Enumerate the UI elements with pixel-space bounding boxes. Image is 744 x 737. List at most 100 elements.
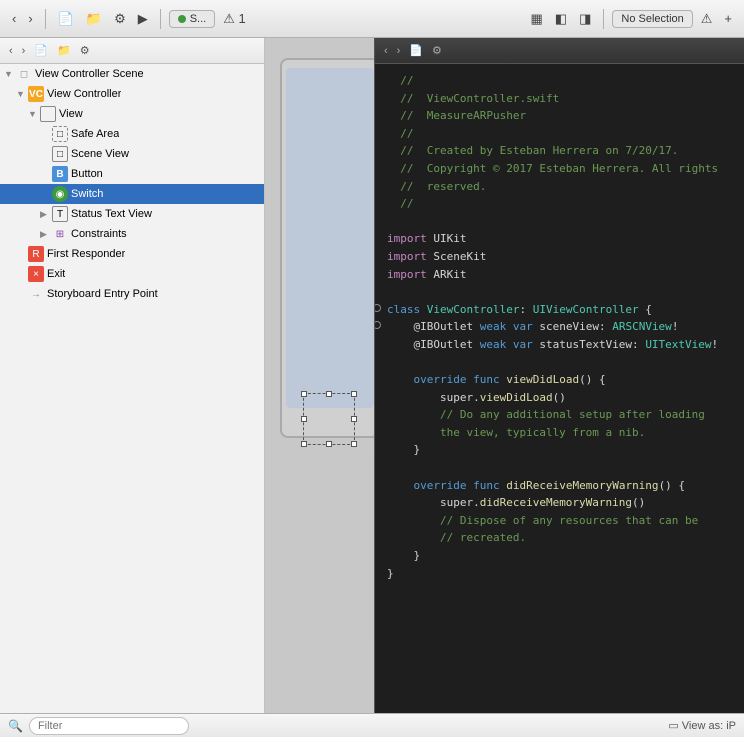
code-line	[387, 213, 732, 231]
code-forward-btn[interactable]: ›	[394, 44, 404, 58]
scene-icon: ◻	[16, 66, 32, 82]
back-button[interactable]: ‹	[8, 9, 20, 28]
code-line: @IBOutlet weak var sceneView: ARSCNView!	[387, 318, 732, 336]
device-frame-icon: ▭	[668, 720, 678, 732]
warning-right-btn[interactable]: ⚠	[697, 9, 717, 29]
nav-folder-btn[interactable]: 📁	[54, 43, 74, 58]
scheme-label: S...	[190, 13, 207, 25]
build-btn[interactable]: ⚙	[110, 9, 130, 29]
search-input[interactable]	[29, 717, 189, 735]
tree-label: Constraints	[71, 228, 127, 240]
code-line: @IBOutlet weak var statusTextView: UITex…	[387, 336, 732, 354]
code-line: // reserved.	[387, 178, 732, 196]
tree-label: Button	[71, 168, 103, 180]
tree-item-view[interactable]: ▼ View	[0, 104, 264, 124]
handle-bm	[326, 441, 332, 447]
code-line: // Dispose of any resources that can be	[387, 512, 732, 530]
exit-icon: ×	[28, 266, 44, 282]
code-line	[387, 459, 732, 477]
expand-arrow: ▼	[28, 109, 40, 119]
code-back-btn[interactable]: ‹	[381, 44, 391, 58]
toolbar-separator-3	[603, 9, 604, 29]
tree-item-exit[interactable]: × Exit	[0, 264, 264, 284]
code-line: import ARKit	[387, 266, 732, 284]
file-btn[interactable]: 📄	[54, 9, 78, 29]
forward-button[interactable]: ›	[24, 9, 36, 28]
tree-item-first-responder[interactable]: R First Responder	[0, 244, 264, 264]
code-line: //	[387, 125, 732, 143]
tree-item-scene-view[interactable]: □ Scene View	[0, 144, 264, 164]
add-file-btn[interactable]: +	[720, 9, 736, 28]
button-icon: B	[52, 166, 68, 182]
tree-label: Scene View	[71, 148, 129, 160]
left-panel: ‹ › 📄 📁 ⚙ ▼ ◻ View Controller Scene ▼ VC…	[0, 38, 265, 713]
tree-item-vc[interactable]: ▼ VC View Controller	[0, 84, 264, 104]
expand-arrow: ▼	[16, 89, 28, 99]
nav-settings-btn[interactable]: ⚙	[77, 43, 93, 58]
tree-label: Safe Area	[71, 128, 119, 140]
storyboard-arrow-icon: →	[28, 286, 44, 302]
textview-icon: T	[52, 206, 68, 222]
scheme-dot	[178, 15, 186, 23]
code-line: }	[387, 547, 732, 565]
scene-view-icon: □	[52, 146, 68, 162]
code-line: the view, typically from a nib.	[387, 424, 732, 442]
tree-label: Storyboard Entry Point	[47, 288, 158, 300]
navigator-toolbar: ‹ › 📄 📁 ⚙	[0, 38, 264, 64]
code-line: import SceneKit	[387, 248, 732, 266]
handle-bl	[301, 441, 307, 447]
code-line: super.didReceiveMemoryWarning()	[387, 494, 732, 512]
no-selection-label: No Selection	[612, 10, 692, 28]
run-btn[interactable]: ▶	[134, 9, 152, 29]
code-line: //	[387, 195, 732, 213]
tree-item-vc-scene[interactable]: ▼ ◻ View Controller Scene	[0, 64, 264, 84]
tree-item-button[interactable]: B Button	[0, 164, 264, 184]
layout-btn-2[interactable]: ◧	[551, 9, 571, 29]
layout-btn-1[interactable]: ▦	[526, 9, 546, 29]
toolbar-right: ▦ ◧ ◨ No Selection ⚠ +	[526, 9, 736, 29]
code-toolbar: ‹ › 📄 ⚙	[375, 38, 744, 64]
main-content: ‹ › 📄 📁 ⚙ ▼ ◻ View Controller Scene ▼ VC…	[0, 38, 744, 713]
expand-arrow: ▼	[4, 69, 16, 79]
storyboard-canvas[interactable]: Connection Action ⌄ Object VC	[265, 38, 374, 713]
code-line: // ViewController.swift	[387, 90, 732, 108]
warning-btn[interactable]: ⚠ 1	[219, 9, 250, 29]
tree-item-constraints[interactable]: ▶ ⊞ Constraints	[0, 224, 264, 244]
code-line: // recreated.	[387, 529, 732, 547]
nav-back-btn[interactable]: ‹	[6, 44, 16, 58]
expand-arrow: ▶	[40, 229, 52, 240]
code-file-btn[interactable]: 📄	[406, 43, 426, 58]
tree-item-safe-area[interactable]: □ Safe Area	[0, 124, 264, 144]
code-line: override func viewDidLoad() {	[387, 371, 732, 389]
code-line: //	[387, 72, 732, 90]
bottom-bar: 🔍 ▭ View as: iP	[0, 713, 744, 737]
first-responder-icon: R	[28, 246, 44, 262]
scheme-selector[interactable]: S...	[169, 10, 216, 28]
tree-item-status-text[interactable]: ▶ T Status Text View	[0, 204, 264, 224]
scene-tree: ▼ ◻ View Controller Scene ▼ VC View Cont…	[0, 64, 264, 713]
search-icon: 🔍	[8, 719, 23, 733]
code-line: // Created by Esteban Herrera on 7/20/17…	[387, 142, 732, 160]
tree-label: View Controller	[47, 88, 121, 100]
toolbar: ‹ › 📄 📁 ⚙ ▶ S... ⚠ 1 ▦ ◧ ◨ No Selection …	[0, 0, 744, 38]
nav-forward-btn[interactable]: ›	[19, 44, 29, 58]
tree-label: View Controller Scene	[35, 68, 144, 80]
code-panel: ‹ › 📄 ⚙ // // ViewController.swift // Me…	[374, 38, 744, 713]
layout-btn-3[interactable]: ◨	[575, 9, 595, 29]
folder-btn[interactable]: 📁	[82, 9, 106, 29]
code-line: super.viewDidLoad()	[387, 389, 732, 407]
tree-item-switch[interactable]: ◉ Switch	[0, 184, 264, 204]
code-line: override func didReceiveMemoryWarning() …	[387, 477, 732, 495]
vc-icon: VC	[28, 86, 44, 102]
code-line	[387, 354, 732, 372]
view-icon	[40, 106, 56, 122]
gutter-dot-2	[375, 321, 381, 329]
code-line: }	[387, 441, 732, 459]
tree-item-storyboard-entry[interactable]: → Storyboard Entry Point	[0, 284, 264, 304]
gutter-dot-1	[375, 304, 381, 312]
nav-file-btn[interactable]: 📄	[31, 43, 51, 58]
tree-label: Switch	[71, 188, 103, 200]
expand-arrow: ▶	[40, 209, 52, 220]
phone-mockup	[280, 58, 374, 438]
code-settings-btn[interactable]: ⚙	[429, 43, 445, 58]
